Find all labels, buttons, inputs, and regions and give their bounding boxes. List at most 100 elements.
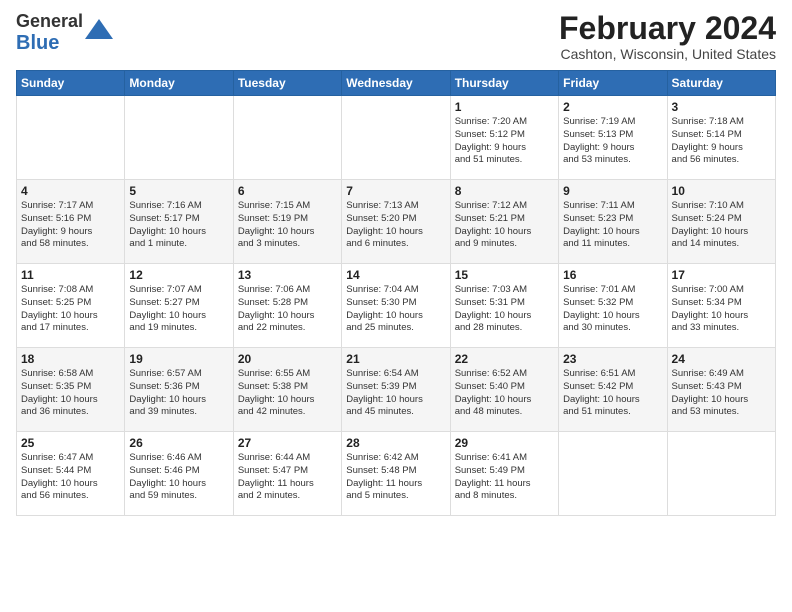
col-thursday: Thursday (450, 71, 558, 96)
day-number: 15 (455, 268, 554, 282)
table-row: 23 Sunrise: 6:51 AM Sunset: 5:42 PM Dayli… (559, 348, 667, 432)
logo-blue: Blue (16, 32, 59, 54)
day-number: 13 (238, 268, 337, 282)
table-row: 19 Sunrise: 6:57 AM Sunset: 5:36 PM Dayli… (125, 348, 233, 432)
day-number: 19 (129, 352, 228, 366)
table-row (559, 432, 667, 516)
day-info: Sunrise: 6:42 AM Sunset: 5:48 PM Dayligh… (346, 452, 445, 503)
day-number: 17 (672, 268, 771, 282)
table-row: 14Sunrise: 7:04 AM Sunset: 5:30 PM Dayli… (342, 264, 450, 348)
calendar-header-row: Sunday Monday Tuesday Wednesday Thursday… (17, 71, 776, 96)
calendar-table: Sunday Monday Tuesday Wednesday Thursday… (16, 70, 776, 516)
day-info: Sunrise: 6:54 AM Sunset: 5:39 PM Dayligh… (346, 368, 445, 419)
table-row (125, 96, 233, 180)
day-info: Sunrise: 7:06 AM Sunset: 5:28 PM Dayligh… (238, 284, 337, 335)
table-row: 7 Sunrise: 7:13 AM Sunset: 5:20 PM Daylig… (342, 180, 450, 264)
table-row: 1 Sunrise: 7:20 AM Sunset: 5:12 PM Daylig… (450, 96, 558, 180)
day-number: 16 (563, 268, 662, 282)
day-number: 25 (21, 436, 120, 450)
table-row: 25 Sunrise: 6:47 AM Sunset: 5:44 PM Dayli… (17, 432, 125, 516)
logo: General Blue (16, 12, 113, 54)
day-number: 11 (21, 268, 120, 282)
day-info: Sunrise: 7:12 AM Sunset: 5:21 PM Dayligh… (455, 200, 554, 251)
day-number: 2 (563, 100, 662, 114)
day-number: 24 (672, 352, 771, 366)
day-number: 21 (346, 352, 445, 366)
day-info: Sunrise: 7:04 AM Sunset: 5:30 PM Dayligh… (346, 284, 445, 335)
table-row: 20 Sunrise: 6:55 AM Sunset: 5:38 PM Dayli… (233, 348, 341, 432)
day-info: Sunrise: 6:49 AM Sunset: 5:43 PM Dayligh… (672, 368, 771, 419)
day-info: Sunrise: 6:47 AM Sunset: 5:44 PM Dayligh… (21, 452, 120, 503)
day-info: Sunrise: 6:57 AM Sunset: 5:36 PM Dayligh… (129, 368, 228, 419)
col-monday: Monday (125, 71, 233, 96)
table-row: 12Sunrise: 7:07 AM Sunset: 5:27 PM Dayli… (125, 264, 233, 348)
day-number: 22 (455, 352, 554, 366)
table-row: 16 Sunrise: 7:01 AM Sunset: 5:32 PM Dayli… (559, 264, 667, 348)
col-friday: Friday (559, 71, 667, 96)
day-info: Sunrise: 7:01 AM Sunset: 5:32 PM Dayligh… (563, 284, 662, 335)
day-number: 26 (129, 436, 228, 450)
day-number: 29 (455, 436, 554, 450)
day-number: 1 (455, 100, 554, 114)
table-row (17, 96, 125, 180)
day-number: 6 (238, 184, 337, 198)
table-row: 17 Sunrise: 7:00 AM Sunset: 5:34 PM Dayli… (667, 264, 775, 348)
day-info: Sunrise: 6:58 AM Sunset: 5:35 PM Dayligh… (21, 368, 120, 419)
calendar-week-row: 1 Sunrise: 7:20 AM Sunset: 5:12 PM Daylig… (17, 96, 776, 180)
day-number: 27 (238, 436, 337, 450)
month-year: February 2024 (559, 12, 776, 44)
table-row: 3 Sunrise: 7:18 AM Sunset: 5:14 PM Daylig… (667, 96, 775, 180)
page: General Blue February 2024 Cashton, Wisc… (0, 0, 792, 612)
day-number: 8 (455, 184, 554, 198)
table-row (233, 96, 341, 180)
title-area: February 2024 Cashton, Wisconsin, United… (559, 12, 776, 62)
day-number: 20 (238, 352, 337, 366)
day-info: Sunrise: 7:00 AM Sunset: 5:34 PM Dayligh… (672, 284, 771, 335)
calendar-week-row: 11 Sunrise: 7:08 AM Sunset: 5:25 PM Dayli… (17, 264, 776, 348)
table-row: 10Sunrise: 7:10 AM Sunset: 5:24 PM Dayli… (667, 180, 775, 264)
table-row: 6 Sunrise: 7:15 AM Sunset: 5:19 PM Daylig… (233, 180, 341, 264)
day-info: Sunrise: 7:17 AM Sunset: 5:16 PM Dayligh… (21, 200, 120, 251)
day-info: Sunrise: 6:55 AM Sunset: 5:38 PM Dayligh… (238, 368, 337, 419)
table-row: 27 Sunrise: 6:44 AM Sunset: 5:47 PM Dayli… (233, 432, 341, 516)
day-info: Sunrise: 7:18 AM Sunset: 5:14 PM Dayligh… (672, 116, 771, 167)
day-number: 5 (129, 184, 228, 198)
day-info: Sunrise: 6:51 AM Sunset: 5:42 PM Dayligh… (563, 368, 662, 419)
day-number: 3 (672, 100, 771, 114)
day-number: 4 (21, 184, 120, 198)
col-tuesday: Tuesday (233, 71, 341, 96)
day-number: 7 (346, 184, 445, 198)
day-info: Sunrise: 7:15 AM Sunset: 5:19 PM Dayligh… (238, 200, 337, 251)
day-info: Sunrise: 6:44 AM Sunset: 5:47 PM Dayligh… (238, 452, 337, 503)
calendar-week-row: 4 Sunrise: 7:17 AM Sunset: 5:16 PM Daylig… (17, 180, 776, 264)
table-row: 8 Sunrise: 7:12 AM Sunset: 5:21 PM Daylig… (450, 180, 558, 264)
day-info: Sunrise: 7:08 AM Sunset: 5:25 PM Dayligh… (21, 284, 120, 335)
table-row: 2Sunrise: 7:19 AM Sunset: 5:13 PM Daylig… (559, 96, 667, 180)
table-row: 4 Sunrise: 7:17 AM Sunset: 5:16 PM Daylig… (17, 180, 125, 264)
day-number: 28 (346, 436, 445, 450)
table-row: 29Sunrise: 6:41 AM Sunset: 5:49 PM Dayli… (450, 432, 558, 516)
logo-icon (85, 17, 113, 45)
table-row: 24 Sunrise: 6:49 AM Sunset: 5:43 PM Dayli… (667, 348, 775, 432)
table-row: 21 Sunrise: 6:54 AM Sunset: 5:39 PM Dayli… (342, 348, 450, 432)
day-number: 18 (21, 352, 120, 366)
day-number: 23 (563, 352, 662, 366)
table-row: 15Sunrise: 7:03 AM Sunset: 5:31 PM Dayli… (450, 264, 558, 348)
col-saturday: Saturday (667, 71, 775, 96)
table-row: 18 Sunrise: 6:58 AM Sunset: 5:35 PM Dayli… (17, 348, 125, 432)
day-info: Sunrise: 6:46 AM Sunset: 5:46 PM Dayligh… (129, 452, 228, 503)
day-info: Sunrise: 7:13 AM Sunset: 5:20 PM Dayligh… (346, 200, 445, 251)
calendar-week-row: 18 Sunrise: 6:58 AM Sunset: 5:35 PM Dayli… (17, 348, 776, 432)
day-info: Sunrise: 7:10 AM Sunset: 5:24 PM Dayligh… (672, 200, 771, 251)
calendar-week-row: 25 Sunrise: 6:47 AM Sunset: 5:44 PM Dayli… (17, 432, 776, 516)
location: Cashton, Wisconsin, United States (559, 46, 776, 62)
table-row: 5Sunrise: 7:16 AM Sunset: 5:17 PM Daylig… (125, 180, 233, 264)
day-number: 12 (129, 268, 228, 282)
table-row (667, 432, 775, 516)
table-row: 13 Sunrise: 7:06 AM Sunset: 5:28 PM Dayli… (233, 264, 341, 348)
logo-general: General (16, 11, 83, 31)
day-info: Sunrise: 7:20 AM Sunset: 5:12 PM Dayligh… (455, 116, 554, 167)
day-number: 9 (563, 184, 662, 198)
col-sunday: Sunday (17, 71, 125, 96)
day-info: Sunrise: 6:52 AM Sunset: 5:40 PM Dayligh… (455, 368, 554, 419)
